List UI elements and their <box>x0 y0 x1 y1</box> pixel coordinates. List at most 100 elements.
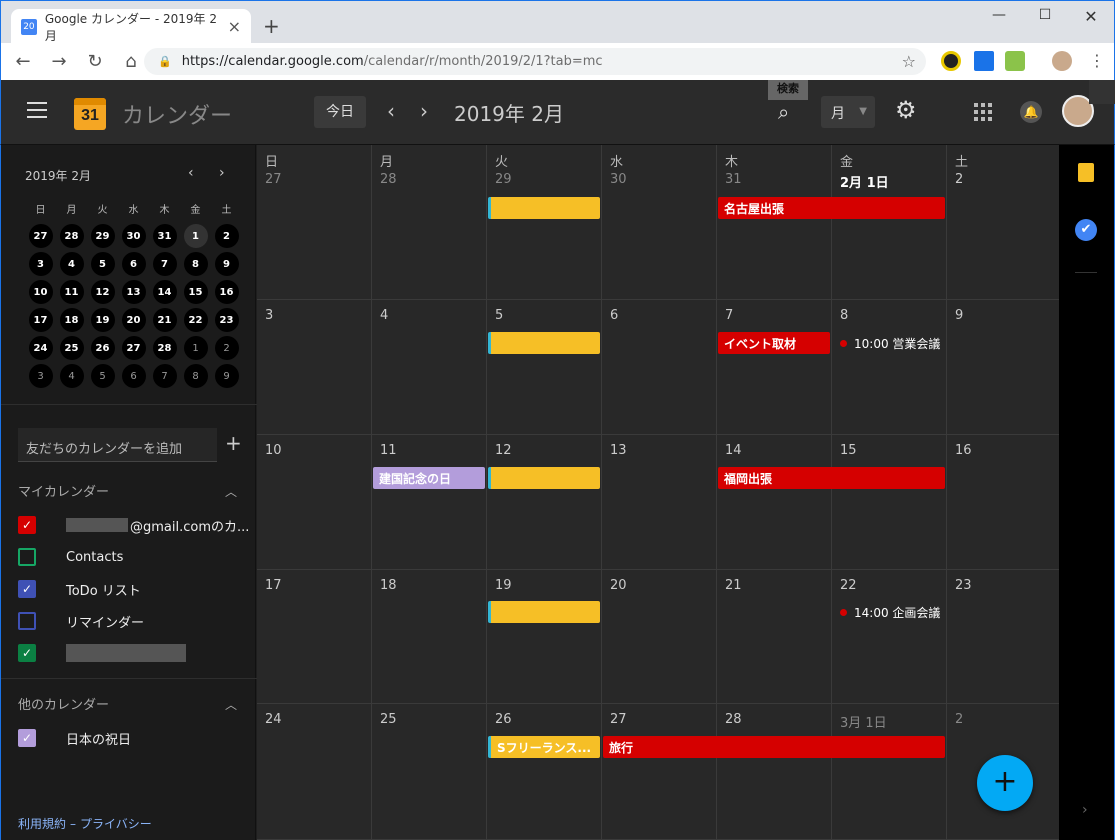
mini-day[interactable]: 22 <box>183 308 208 332</box>
mini-day[interactable]: 5 <box>90 364 115 388</box>
extension-icon[interactable] <box>941 51 961 71</box>
day-cell[interactable]: 日 27 <box>257 145 372 300</box>
day-number[interactable]: 4 <box>380 308 388 323</box>
day-number[interactable]: 31 <box>725 172 742 187</box>
calendar-list-item[interactable]: ✓ ToDo リスト <box>18 579 141 599</box>
maximize-button[interactable]: ☐ <box>1022 7 1068 23</box>
mini-day[interactable]: 28 <box>152 336 177 360</box>
mini-day[interactable]: 14 <box>152 280 177 304</box>
day-number[interactable]: 10 <box>265 443 282 458</box>
event-chip[interactable] <box>488 197 600 219</box>
mini-day[interactable]: 4 <box>59 364 84 388</box>
day-number[interactable]: 21 <box>725 578 742 593</box>
day-number[interactable]: 16 <box>955 443 972 458</box>
calendar-checkbox[interactable]: ✓ <box>18 580 36 598</box>
mini-day[interactable]: 28 <box>59 224 84 248</box>
day-number[interactable]: 27 <box>610 712 627 727</box>
day-number[interactable]: 27 <box>265 172 282 187</box>
day-cell[interactable]: 26 <box>487 704 602 840</box>
mini-day[interactable]: 19 <box>90 308 115 332</box>
other-calendars-heading[interactable]: 他のカレンダー <box>18 694 109 713</box>
day-cell[interactable]: 23 <box>947 570 1061 704</box>
day-number[interactable]: 6 <box>610 308 618 323</box>
event-chip[interactable] <box>488 601 600 623</box>
mini-day[interactable]: 26 <box>90 336 115 360</box>
mini-day[interactable]: 24 <box>28 336 53 360</box>
day-number[interactable]: 18 <box>380 578 397 593</box>
day-number[interactable]: 24 <box>265 712 282 727</box>
mini-day[interactable]: 3 <box>28 252 53 276</box>
calendar-list-item[interactable]: ✓ 日本の祝日 <box>18 728 131 748</box>
mini-day[interactable]: 12 <box>90 280 115 304</box>
event-chip[interactable] <box>488 467 600 489</box>
day-cell[interactable]: 12 <box>487 435 602 570</box>
mini-day[interactable]: 20 <box>121 308 146 332</box>
day-number[interactable]: 23 <box>955 578 972 593</box>
day-cell[interactable]: 11 <box>372 435 487 570</box>
day-number[interactable]: 28 <box>380 172 397 187</box>
day-number[interactable]: 19 <box>495 578 512 593</box>
day-number[interactable]: 12 <box>495 443 512 458</box>
day-number[interactable]: 5 <box>495 308 503 323</box>
mini-day[interactable]: 27 <box>28 224 53 248</box>
day-cell[interactable]: 27 <box>602 704 717 840</box>
main-menu-icon[interactable] <box>27 102 47 123</box>
day-cell[interactable]: 18 <box>372 570 487 704</box>
day-number[interactable]: 7 <box>725 308 733 323</box>
mini-next-icon[interactable]: › <box>219 165 225 181</box>
view-selector[interactable]: 月 ▼ <box>821 96 875 128</box>
day-number[interactable]: 25 <box>380 712 397 727</box>
url-field[interactable]: 🔒 https://calendar.google.com/calendar/r… <box>144 48 926 75</box>
day-number[interactable]: 28 <box>725 712 742 727</box>
day-cell[interactable]: 3月 1日 <box>832 704 947 840</box>
day-cell[interactable]: 8 <box>832 300 947 435</box>
day-number[interactable]: 2月 1日 <box>840 172 889 191</box>
mini-day[interactable]: 18 <box>59 308 84 332</box>
privacy-link[interactable]: プライバシー <box>80 817 152 831</box>
day-cell[interactable]: 金 2月 1日 <box>832 145 947 300</box>
calendar-list-item[interactable]: Contacts <box>18 547 123 567</box>
day-cell[interactable]: 14 <box>717 435 832 570</box>
calendar-checkbox[interactable] <box>18 612 36 630</box>
mini-day[interactable]: 30 <box>121 224 146 248</box>
day-number[interactable]: 17 <box>265 578 282 593</box>
new-tab-button[interactable]: + <box>263 14 280 38</box>
reload-icon[interactable]: ↻ <box>79 51 111 72</box>
mini-prev-icon[interactable]: ‹ <box>188 165 194 181</box>
calendar-list-item[interactable]: ✓ <box>18 643 186 663</box>
notifications-bell-icon[interactable]: 🔔 <box>1020 101 1042 123</box>
profile-avatar-icon[interactable] <box>1052 51 1072 71</box>
day-cell[interactable]: 16 <box>947 435 1061 570</box>
mini-day[interactable]: 10 <box>28 280 53 304</box>
mini-day[interactable]: 17 <box>28 308 53 332</box>
mini-day[interactable]: 2 <box>214 336 239 360</box>
apps-grid-icon[interactable] <box>974 103 992 121</box>
today-button[interactable]: 今日 <box>314 96 366 128</box>
forward-icon[interactable]: → <box>43 51 75 72</box>
day-number[interactable]: 29 <box>495 172 512 187</box>
day-cell[interactable]: 20 <box>602 570 717 704</box>
calendar-checkbox[interactable]: ✓ <box>18 729 36 747</box>
mini-day[interactable]: 4 <box>59 252 84 276</box>
day-cell[interactable]: 6 <box>602 300 717 435</box>
calendar-checkbox[interactable]: ✓ <box>18 516 36 534</box>
day-cell[interactable]: 火 29 <box>487 145 602 300</box>
event-chip[interactable] <box>488 332 600 354</box>
day-number[interactable]: 30 <box>610 172 627 187</box>
day-cell[interactable]: 月 28 <box>372 145 487 300</box>
day-number[interactable]: 3 <box>265 308 273 323</box>
timed-event[interactable]: 14:00 企画会議 <box>840 604 940 621</box>
day-cell[interactable]: 4 <box>372 300 487 435</box>
day-number[interactable]: 22 <box>840 578 857 593</box>
day-number[interactable]: 11 <box>380 443 397 458</box>
keep-icon[interactable] <box>1078 163 1094 182</box>
search-icon[interactable]: ⌕ <box>778 100 789 124</box>
mini-day[interactable]: 7 <box>152 364 177 388</box>
back-icon[interactable]: ← <box>7 51 39 72</box>
mini-day[interactable]: 3 <box>28 364 53 388</box>
mini-day[interactable]: 6 <box>121 364 146 388</box>
mini-day[interactable]: 7 <box>152 252 177 276</box>
event-chip[interactable]: 旅行 <box>603 736 945 758</box>
day-number[interactable]: 2 <box>955 712 963 727</box>
day-number[interactable]: 15 <box>840 443 857 458</box>
